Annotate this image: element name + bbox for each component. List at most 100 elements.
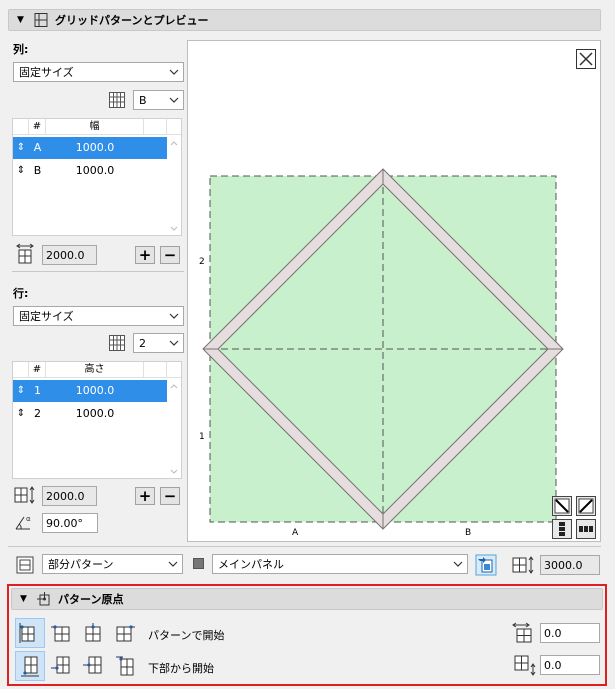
origin-top-left-button[interactable]: [15, 618, 45, 648]
origin-bottom-center-left-button[interactable]: [46, 651, 76, 681]
total-width-icon: [16, 243, 34, 264]
row-grid-icon: [109, 335, 125, 351]
vertical-offset-field[interactable]: 0.0: [540, 655, 600, 675]
divider: [8, 546, 601, 547]
view-diagonal-left-icon[interactable]: [552, 496, 572, 516]
partial-pattern-icon: [16, 556, 34, 574]
column-label: B: [465, 528, 471, 538]
add-row-button[interactable]: +: [135, 487, 155, 505]
panel-select[interactable]: メインパネル: [212, 554, 468, 574]
chevron-down-icon: [453, 561, 463, 567]
collapse-triangle-icon[interactable]: ▼: [17, 15, 27, 25]
panel-value: メインパネル: [218, 558, 284, 571]
table-scrollbar[interactable]: [167, 119, 181, 235]
rows-mode-value: 固定サイズ: [19, 310, 74, 323]
origin-bottom-center-icon: [83, 656, 102, 674]
row-width[interactable]: 1000.0: [46, 160, 144, 182]
divider: [12, 271, 184, 272]
start-with-pattern-label: パターンで開始: [148, 629, 225, 642]
row-count-value: 2: [139, 336, 146, 350]
row-label: 1: [199, 432, 205, 442]
close-icon[interactable]: [576, 49, 596, 69]
table-scrollbar[interactable]: [167, 362, 181, 478]
column-label: A: [292, 528, 299, 538]
row-reorder-handle-icon[interactable]: ⇕: [13, 160, 29, 182]
row-reorder-handle-icon[interactable]: ⇕: [13, 403, 29, 425]
table-row[interactable]: ⇕ 2 1000.0: [13, 403, 167, 425]
grid-pattern-section-header[interactable]: ▼ グリッドパターンとプレビュー: [8, 9, 601, 31]
pattern-mode-value: 部分パターン: [48, 558, 114, 571]
row-reorder-handle-icon[interactable]: ⇕: [13, 380, 29, 402]
columns-mode-value: 固定サイズ: [19, 66, 74, 79]
pattern-mode-select[interactable]: 部分パターン: [42, 554, 183, 574]
origin-top-right-button[interactable]: [110, 618, 140, 648]
origin-top-center-button[interactable]: [78, 618, 108, 648]
start-from-bottom-label: 下部から開始: [148, 662, 214, 675]
origin-bottom-center-button[interactable]: [78, 651, 108, 681]
angle-field[interactable]: 90.00°: [42, 513, 98, 533]
table-row[interactable]: ⇕ A 1000.0: [13, 137, 167, 159]
view-diagonal-right-icon[interactable]: [576, 496, 596, 516]
table-header: # 高さ: [13, 362, 181, 378]
collapse-triangle-icon[interactable]: ▼: [20, 594, 30, 604]
apply-to-panels-icon[interactable]: [475, 554, 497, 576]
row-label: 2: [199, 257, 205, 267]
pattern-area: [209, 175, 557, 523]
add-column-button[interactable]: +: [135, 246, 155, 264]
chevron-down-icon: [169, 340, 179, 346]
chevron-down-icon: [169, 97, 179, 103]
origin-bottom-left-button[interactable]: [15, 651, 45, 681]
chevron-down-icon: [169, 313, 179, 319]
pattern-origin-section-header[interactable]: ▼ パターン原点: [11, 588, 603, 610]
origin-bottom-right-icon: [116, 656, 134, 676]
origin-bottom-center-left-icon: [51, 656, 70, 674]
row-height[interactable]: 1000.0: [46, 380, 144, 402]
preview-canvas: 2 1 A B: [199, 168, 564, 538]
horizontal-offset-field[interactable]: 0.0: [540, 623, 600, 643]
table-row[interactable]: ⇕ B 1000.0: [13, 160, 167, 182]
columns-total-field[interactable]: 2000.0: [42, 245, 97, 265]
columns-label: 列:: [13, 43, 29, 56]
view-horizontal-panels-icon[interactable]: [576, 519, 596, 539]
row-id: 1: [34, 384, 41, 397]
row-id: A: [33, 141, 42, 154]
origin-top-center-left-button[interactable]: [46, 618, 76, 648]
rows-mode-select[interactable]: 固定サイズ: [13, 306, 184, 326]
row-height[interactable]: 1000.0: [46, 403, 144, 425]
row-id: B: [33, 164, 42, 177]
row-reorder-handle-icon[interactable]: ⇕: [13, 137, 29, 159]
total-height-icon: [512, 556, 534, 574]
chevron-down-icon: [168, 561, 178, 567]
row-count-select[interactable]: 2: [133, 333, 184, 353]
horizontal-offset-icon: [512, 622, 532, 643]
total-height-field[interactable]: 3000.0: [540, 555, 600, 575]
origin-top-right-icon: [116, 625, 135, 642]
angle-icon: α: [15, 515, 31, 530]
origin-icon: [37, 592, 50, 606]
vertical-offset-icon: [514, 655, 536, 676]
grid-pattern-icon: [34, 13, 48, 27]
preview-panel[interactable]: 2 1 A B: [187, 40, 601, 542]
total-height-icon: [14, 486, 35, 504]
rows-table[interactable]: # 高さ ⇕ 1 1000.0 ⇕ 2 1000.0: [12, 361, 182, 479]
view-vertical-panels-icon[interactable]: [552, 519, 572, 539]
columns-mode-select[interactable]: 固定サイズ: [13, 62, 184, 82]
columns-table[interactable]: # 幅 ⇕ A 1000.0 ⇕ B 1000.0: [12, 118, 182, 236]
panel-color-swatch: [193, 558, 204, 569]
origin-bottom-left-icon: [21, 656, 39, 677]
remove-row-button[interactable]: −: [160, 487, 180, 505]
section-title: パターン原点: [58, 593, 124, 606]
column-count-select[interactable]: B: [133, 90, 184, 110]
rows-label: 行:: [13, 287, 29, 300]
row-width[interactable]: 1000.0: [46, 137, 144, 159]
origin-bottom-right-button[interactable]: [110, 651, 140, 681]
section-title: グリッドパターンとプレビュー: [55, 14, 209, 27]
column-grid-icon: [109, 92, 125, 108]
chevron-down-icon: [169, 69, 179, 75]
row-id: 2: [34, 407, 41, 420]
table-row[interactable]: ⇕ 1 1000.0: [13, 380, 167, 402]
column-count-value: B: [139, 93, 147, 107]
table-header: # 幅: [13, 119, 181, 135]
remove-column-button[interactable]: −: [160, 246, 180, 264]
rows-total-field[interactable]: 2000.0: [42, 486, 97, 506]
